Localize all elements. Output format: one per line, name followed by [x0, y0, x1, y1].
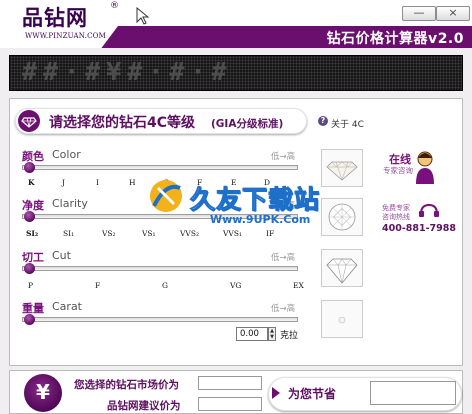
carat-slider-track[interactable] [22, 317, 298, 322]
consultant-avatar-icon[interactable] [414, 150, 436, 184]
minimize-button[interactable]: — [402, 6, 436, 21]
color-slider-track[interactable] [22, 165, 298, 170]
yen-icon: ¥ [36, 380, 50, 404]
clarity-label: 净度 [22, 199, 44, 212]
cut-diamond-image [321, 249, 363, 287]
clarity-tick: SI₁ [63, 229, 75, 238]
brand-url: WWW.PINZUAN.COM [25, 32, 106, 40]
phone-icon [419, 203, 439, 217]
market-price-label: 您选择的钻石市场价为 [74, 379, 179, 391]
color-label: 颜色 [22, 150, 44, 163]
clarity-tick: IF [266, 229, 275, 238]
color-tick: K [28, 178, 35, 187]
clarity-label-en: Clarity [52, 197, 88, 210]
carat-value: 0.00 [240, 329, 259, 339]
diamond-small-icon [338, 316, 346, 324]
app-title: 钻石价格计算器v2.0 [326, 31, 464, 47]
cut-tick: VG [230, 281, 242, 290]
hotline-caption: 免费专家 咨询热线 [382, 204, 410, 222]
clarity-tick: SI₂ [26, 229, 39, 238]
carat-label: 重量 [22, 302, 44, 315]
cut-tick: P [28, 281, 34, 290]
cut-label-en: Cut [52, 249, 71, 262]
cut-tick: F [95, 281, 101, 290]
clarity-tick: VS₁ [142, 229, 156, 238]
carat-range-hint: 低→高 [271, 304, 296, 314]
cursor-icon [136, 7, 150, 25]
clarity-diamond-image [321, 198, 363, 236]
carat-slider-handle[interactable] [24, 314, 35, 325]
online-consult-sub[interactable]: 专家咨询 [383, 165, 413, 176]
color-tick: H [129, 178, 136, 187]
savings-field [370, 381, 456, 405]
minimize-icon: — [413, 6, 425, 19]
clarity-slider-handle[interactable] [24, 211, 35, 222]
clarity-tick: VS₂ [102, 229, 116, 238]
cut-tick: G [162, 281, 168, 290]
carat-diamond-image [321, 300, 363, 338]
brand-logo: 品钻网 [22, 6, 88, 30]
suggest-price-field [198, 397, 262, 411]
hotline-caption-line1: 免费专家 [382, 204, 410, 212]
cut-range-hint: 低→高 [271, 253, 296, 263]
cut-slider-handle[interactable] [24, 263, 35, 274]
color-tick: I [96, 178, 99, 187]
registered-mark: ® [110, 1, 119, 11]
color-range-hint: 低→高 [271, 152, 296, 162]
section-subtitle: (GIA分级标准) [211, 118, 284, 130]
arrow-right-icon [272, 387, 280, 399]
market-price-field [198, 376, 262, 390]
watermark-url: Www.9UPK.Com [210, 213, 311, 226]
about-4c-link[interactable]: 关于 4C [331, 117, 364, 130]
section-title: 请选择您的钻石4C等级 [49, 115, 196, 131]
cut-label: 切工 [22, 251, 44, 264]
diamond-icon [21, 117, 37, 128]
watermark-text: 久友下载站 [189, 185, 321, 215]
color-label-en: Color [52, 148, 81, 161]
color-diamond-image [321, 149, 363, 187]
watermark-logo-icon [150, 180, 182, 212]
close-button[interactable]: × [436, 6, 470, 21]
diamond-side-icon [326, 258, 358, 284]
cut-tick: EX [293, 281, 304, 290]
diamond-badge [18, 110, 40, 132]
diamond-top-icon [326, 161, 358, 181]
clarity-tick: VVS₁ [223, 229, 242, 238]
carat-label-en: Carat [52, 300, 82, 313]
color-tick: J [62, 178, 66, 187]
help-icon[interactable]: ? [318, 116, 328, 126]
close-icon: × [448, 6, 458, 19]
clarity-tick: VVS₂ [180, 229, 199, 238]
carat-input[interactable]: 0.00 [236, 327, 268, 341]
hotline-caption-line2: 咨询热线 [382, 213, 410, 221]
savings-label: 为您节省 [288, 387, 337, 401]
carat-stepper-arrows[interactable]: ▲ ▼ [268, 327, 276, 341]
suggest-price-label: 品钻网建议价为 [107, 400, 181, 412]
led-readout: ##·#¥#·#·# [22, 57, 233, 86]
color-slider-handle[interactable] [24, 162, 35, 173]
hotline-number: 400-881-7988 [382, 223, 456, 234]
cut-slider-track[interactable] [22, 266, 298, 271]
diamond-facet-icon [328, 203, 356, 231]
carat-unit: 克拉 [280, 331, 299, 341]
